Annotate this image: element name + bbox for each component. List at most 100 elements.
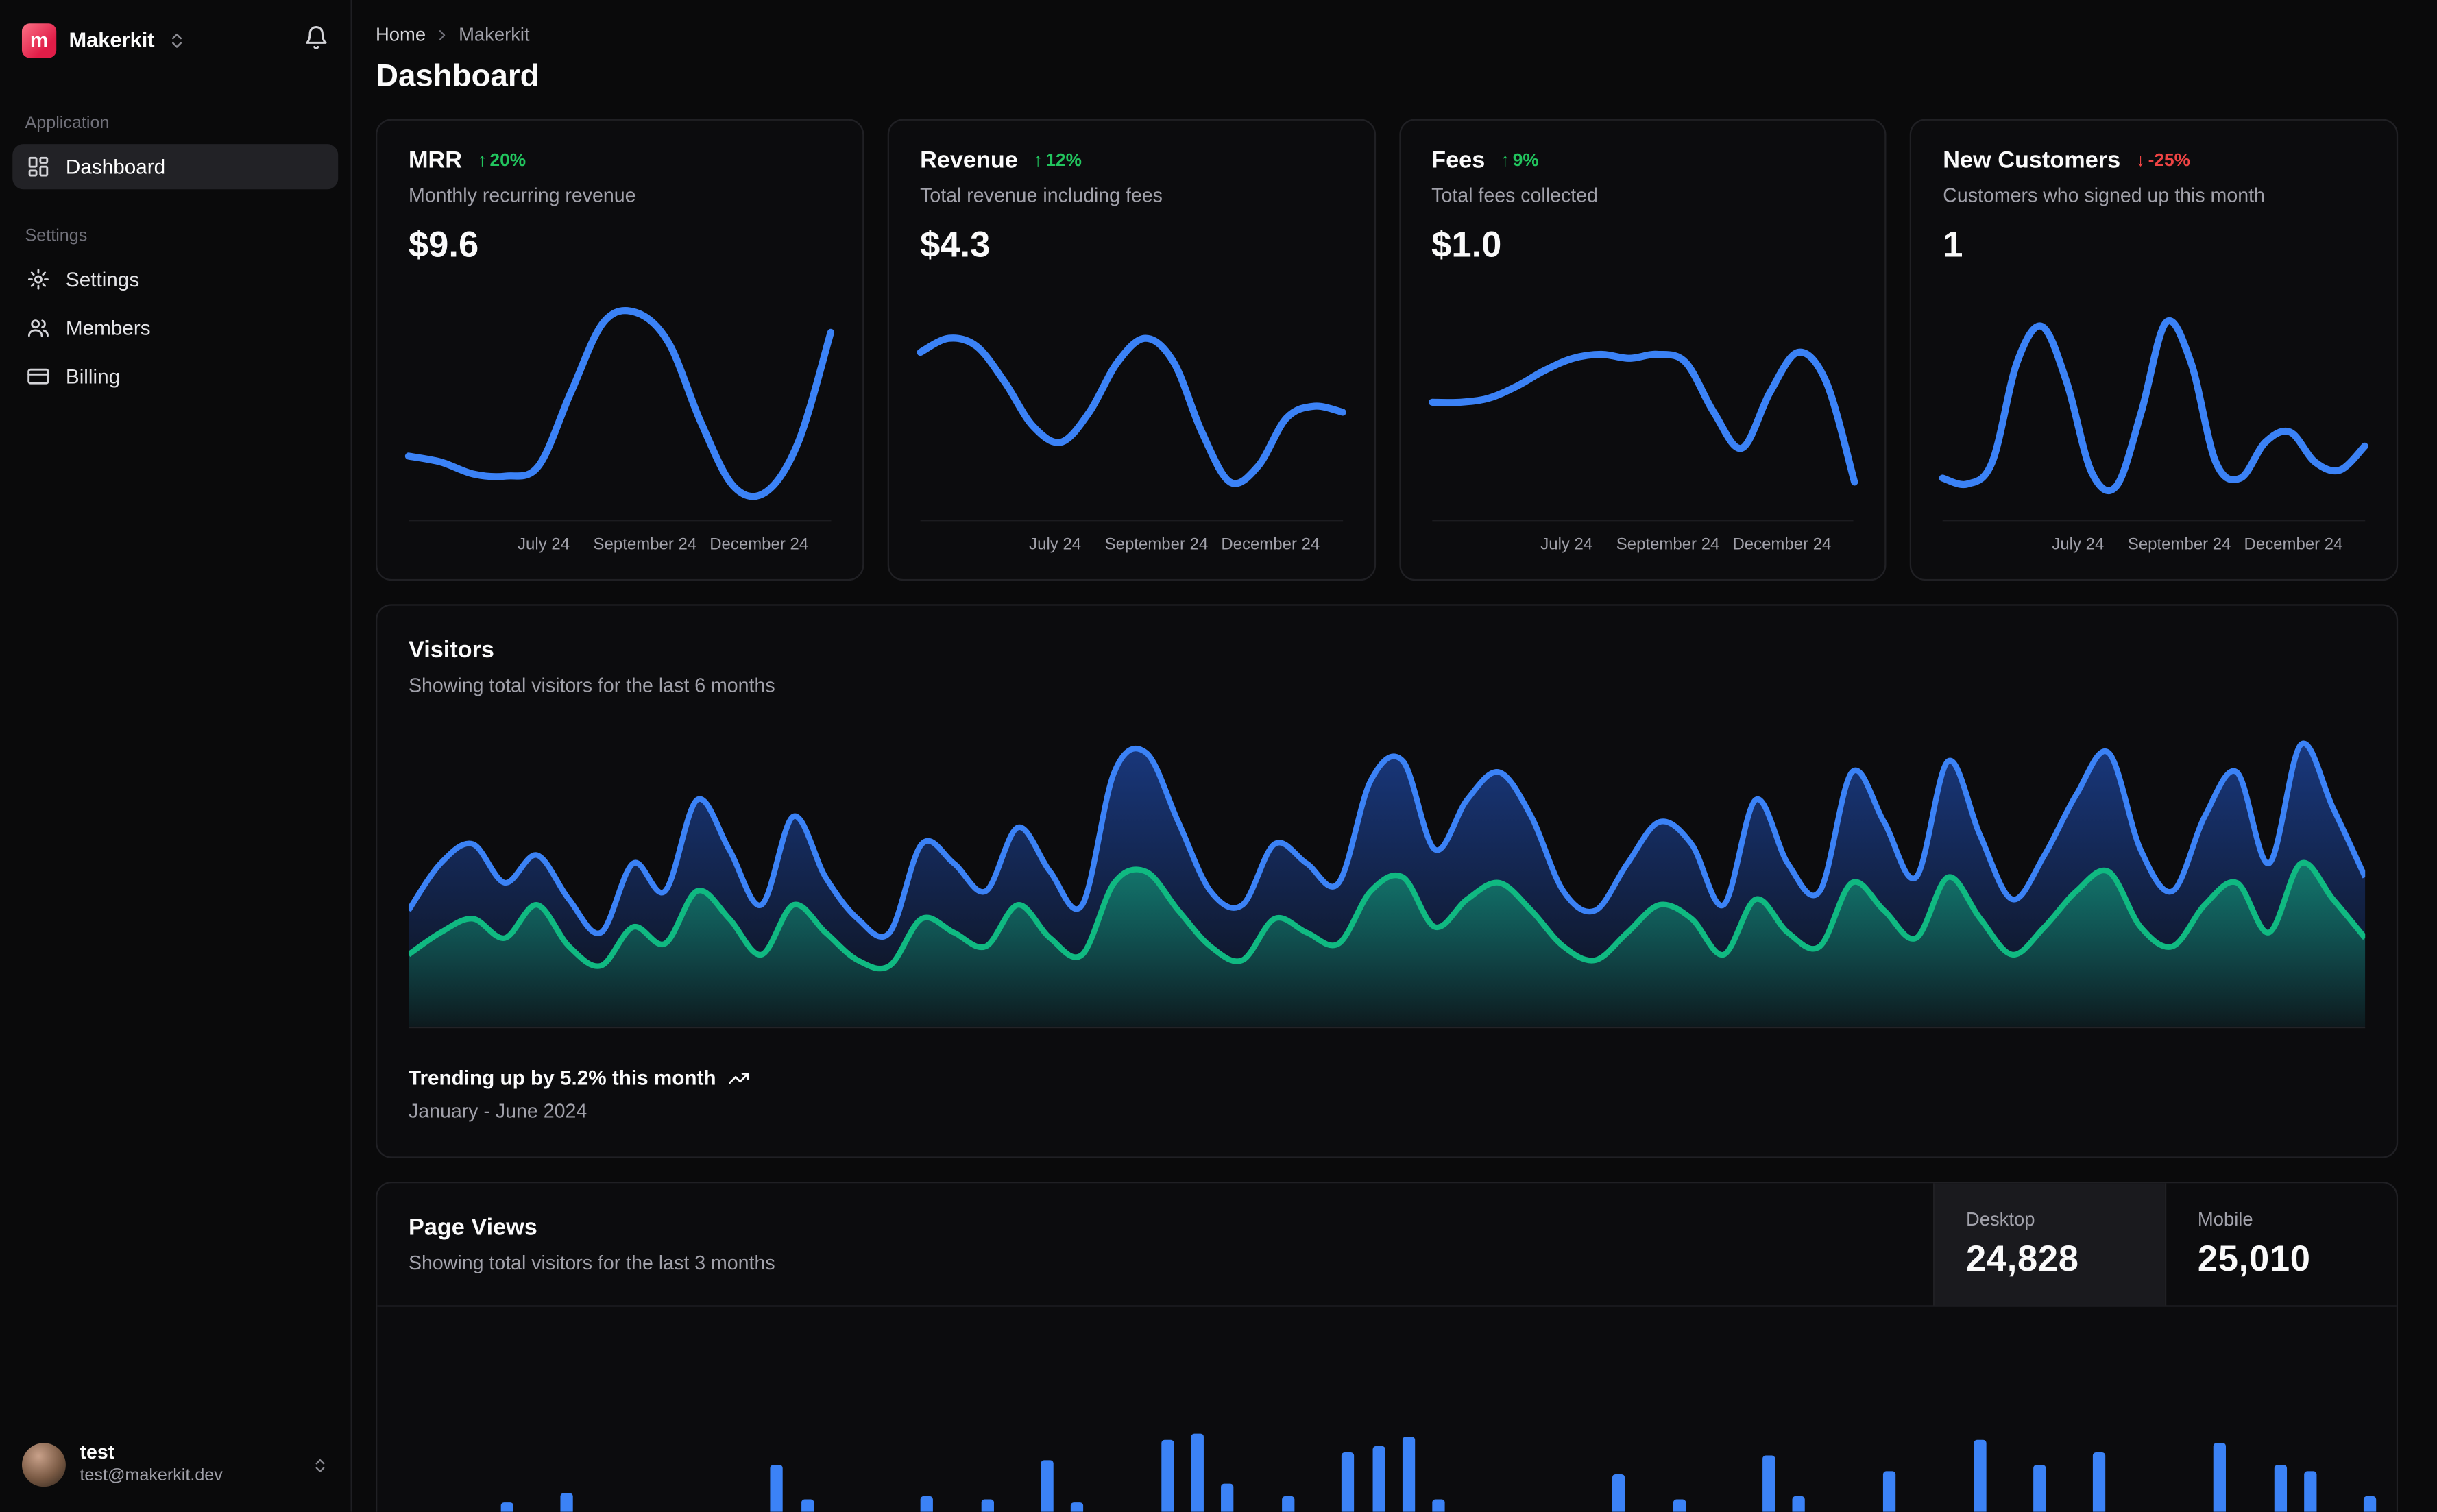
page-views-toggle-mobile[interactable]: Mobile 25,010 [2164,1183,2397,1306]
sidebar-item-label: Billing [65,365,121,389]
stat-card-new-customers: New Customers ↓ -25% Customers who signed… [1910,119,2399,581]
app-shell: m Makerkit Application Dashboard Setting… [0,0,2437,1512]
x-tick: December 24 [2244,535,2343,554]
bar [921,1496,934,1512]
x-tick: July 24 [1029,535,1082,554]
fees-sparkline-chart [1431,285,1854,520]
main-content: Home Makerkit Dashboard MRR ↑ 20% Monthly… [352,0,2437,1512]
x-tick: September 24 [593,535,697,554]
sparkline-area [920,285,1342,522]
credit-card-icon [27,365,50,388]
dashboard-icon [27,155,50,178]
page-views-subtitle: Showing total visitors for the last 3 mo… [408,1252,775,1274]
x-axis-labels: July 24 September 24 December 24 [1943,535,2365,561]
bar [1432,1499,1445,1512]
stat-subtitle: Monthly recurring revenue [408,184,636,207]
page-views-header: Page Views Showing total visitors for th… [377,1183,2397,1307]
chevrons-up-down-icon [311,1456,328,1474]
page-views-toggle-desktop[interactable]: Desktop 24,828 [1932,1183,2165,1306]
stat-cards-row: MRR ↑ 20% Monthly recurring revenue $9.6 … [376,119,2399,581]
sidebar-item-settings[interactable]: Settings [12,256,338,302]
trend-value: 20% [489,151,526,170]
desktop-label: Desktop [1965,1208,2035,1230]
bar [1222,1483,1235,1512]
bar [1973,1439,1986,1512]
workspace-logo: m [21,23,57,58]
sidebar-item-members[interactable]: Members [12,305,338,350]
sidebar-item-label: Members [65,316,151,340]
arrow-up-icon: ↑ [1033,151,1043,170]
chevron-right-icon [434,26,451,43]
bar [1672,1499,1686,1512]
sidebar-item-billing[interactable]: Billing [12,354,338,399]
trend-badge: ↑ 12% [1034,151,1082,169]
arrow-up-icon: ↑ [1501,151,1510,170]
visitors-subtitle: Showing total visitors for the last 6 mo… [408,674,775,697]
gear-icon [27,267,50,291]
revenue-sparkline-chart [920,285,1342,520]
x-axis-labels: July 24 September 24 December 24 [1431,535,1854,561]
x-tick: September 24 [2127,535,2231,554]
mobile-value: 25,010 [2197,1238,2311,1279]
sidebar-item-dashboard[interactable]: Dashboard [12,144,339,190]
bar [1342,1452,1355,1512]
x-tick: December 24 [1732,535,1832,554]
trend-badge: ↓ -25% [2136,151,2190,169]
user-name: test [80,1441,115,1464]
bar [1281,1496,1295,1512]
visitors-title: Visitors [408,637,494,664]
sidebar-item-label: Dashboard [65,155,166,179]
sidebar-section-application: Application [25,114,110,134]
bar [1882,1471,1896,1512]
bar [1612,1474,1625,1512]
breadcrumb-current: Makerkit [459,23,530,46]
bar [1372,1446,1385,1512]
stat-title: Revenue [920,147,1018,174]
stat-subtitle: Total revenue including fees [920,184,1163,207]
sidebar-header: m Makerkit [12,16,338,58]
x-tick: July 24 [1540,535,1593,554]
sidebar-section-settings: Settings [25,227,88,246]
bar [801,1499,814,1512]
stat-value: $1.0 [1431,223,1502,265]
breadcrumb-home-link[interactable]: Home [376,23,426,45]
bar [2093,1452,2107,1512]
bar [981,1499,994,1512]
user-menu[interactable]: test test@makerkit.dev [12,1437,338,1493]
stat-title: MRR [408,147,462,174]
x-tick: September 24 [1104,535,1209,554]
bar [2033,1465,2046,1512]
x-tick: July 24 [518,535,570,554]
notifications-button[interactable] [300,22,332,58]
bar [2214,1443,2227,1512]
new-customers-sparkline-chart [1943,285,2365,520]
workspace-switcher[interactable]: m Makerkit [21,23,186,58]
x-tick: December 24 [1221,535,1320,554]
bar [2364,1496,2377,1512]
mrr-sparkline-chart [409,285,831,520]
stat-card-fees: Fees ↑ 9% Total fees collected $1.0 July … [1398,119,1887,581]
visitors-period: January - June 2024 [408,1100,587,1123]
trending-up-icon [729,1066,751,1088]
sparkline-area [1431,285,1854,522]
bar [1041,1460,1054,1512]
stat-value: $9.6 [408,223,479,265]
stat-value: 1 [1943,223,1963,265]
arrow-down-icon: ↓ [2135,151,2146,170]
bell-icon [304,25,329,51]
bar [771,1465,784,1512]
visitors-card: Visitors Showing total visitors for the … [376,604,2399,1158]
stat-title: New Customers [1943,147,2121,174]
x-tick: September 24 [1616,535,1720,554]
arrow-up-icon: ↑ [477,151,487,170]
bar [1762,1455,1775,1512]
x-tick: December 24 [710,535,809,554]
stat-subtitle: Total fees collected [1431,184,1598,207]
breadcrumb: Home Makerkit [376,23,2398,45]
x-axis-labels: July 24 September 24 December 24 [920,535,1342,561]
bar [500,1502,513,1512]
user-email: test@makerkit.dev [80,1466,223,1485]
mobile-label: Mobile [2197,1208,2253,1230]
trend-badge: ↑ 20% [478,151,526,169]
visitors-area-chart [408,728,2366,1027]
